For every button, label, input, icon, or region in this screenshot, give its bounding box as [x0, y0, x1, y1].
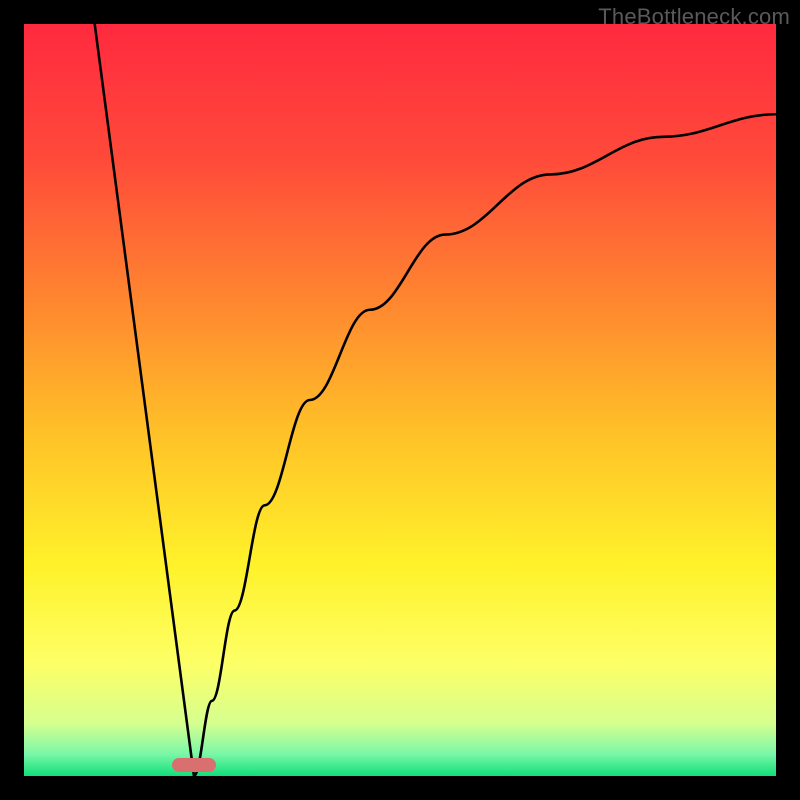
- minimum-marker: [172, 758, 216, 772]
- watermark-text: TheBottleneck.com: [598, 4, 790, 30]
- chart-frame: TheBottleneck.com: [0, 0, 800, 800]
- bottleneck-curve: [24, 24, 776, 776]
- plot-area: [24, 24, 776, 776]
